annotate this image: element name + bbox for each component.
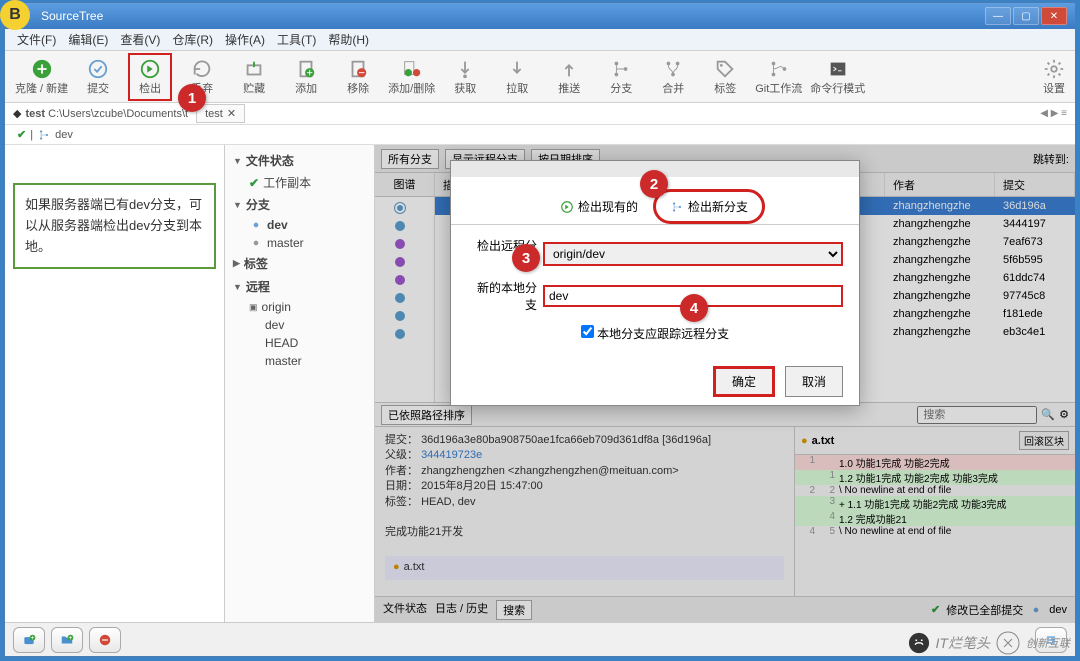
current-branch: dev: [55, 129, 73, 141]
remote-dev[interactable]: dev: [225, 316, 374, 334]
section-branches[interactable]: ▼分支: [225, 193, 374, 216]
pull-button[interactable]: 拉取: [495, 53, 539, 101]
callout-2: 2: [640, 170, 668, 198]
remove-button-bottom[interactable]: [89, 627, 121, 653]
callout-1: 1: [178, 84, 206, 112]
gitflow-button[interactable]: Git工作流: [755, 53, 802, 101]
menubar: 文件(F) 编辑(E) 查看(V) 仓库(R) 操作(A) 工具(T) 帮助(H…: [5, 29, 1075, 51]
detail-sort[interactable]: 已依照路径排序: [381, 405, 472, 425]
stash-button[interactable]: 贮藏: [232, 53, 276, 101]
tab-search[interactable]: 搜索: [496, 600, 532, 620]
graph-dots: [395, 203, 405, 347]
track-checkbox-label[interactable]: 本地分支应跟踪远程分支: [581, 327, 729, 341]
repo-path: C:\Users\zcube\Documents\t: [48, 108, 188, 120]
changed-file[interactable]: ●a.txt: [385, 556, 784, 579]
detail-panel: 已依照路径排序 🔍 ⚙ 提交： 36d196a3e80ba908750ae1fc…: [375, 402, 1075, 622]
search-input[interactable]: [917, 406, 1037, 424]
tag-button[interactable]: 标签: [703, 53, 747, 101]
callout-4: 4: [680, 294, 708, 322]
cancel-button[interactable]: 取消: [785, 366, 843, 397]
commit-button[interactable]: 提交: [76, 53, 120, 101]
titlebar: SourceTree — ▢ ✕: [5, 3, 1075, 29]
annotation-note: 如果服务器端已有dev分支，可以从服务器端检出dev分支到本地。: [13, 183, 216, 269]
checkout-button[interactable]: 检出: [128, 53, 172, 101]
maximize-button[interactable]: ▢: [1013, 7, 1039, 25]
pathbar: ◆ test C:\Users\zcube\Documents\t test✕ …: [5, 103, 1075, 125]
section-remotes[interactable]: ▼远程: [225, 275, 374, 298]
merge-button[interactable]: 合并: [651, 53, 695, 101]
menu-tool[interactable]: 工具(T): [271, 31, 322, 48]
item-workcopy[interactable]: ✔工作副本: [225, 172, 374, 193]
menu-action[interactable]: 操作(A): [219, 31, 271, 48]
branch-icon: [37, 128, 51, 142]
col-commit: 提交: [995, 173, 1075, 196]
menu-edit[interactable]: 编辑(E): [62, 31, 114, 48]
tab-close-icon[interactable]: ✕: [227, 107, 236, 120]
settings-button[interactable]: 设置: [1043, 58, 1065, 96]
tree-panel: ▼文件状态 ✔工作副本 ▼分支 dev master ▶标签 ▼远程 ▣orig…: [225, 145, 375, 622]
sidebar: 如果服务器端已有dev分支，可以从服务器端检出dev分支到本地。: [5, 145, 225, 622]
branchbar: ✔ | dev: [5, 125, 1075, 145]
dialog-tab-new[interactable]: 检出新分支: [653, 189, 765, 224]
dialog-tab-existing[interactable]: 检出现有的: [545, 189, 653, 224]
search-icon[interactable]: 🔍: [1041, 408, 1055, 421]
add-button[interactable]: 添加: [284, 53, 328, 101]
menu-view[interactable]: 查看(V): [114, 31, 166, 48]
status-text: 修改已全部提交: [946, 602, 1023, 618]
terminal-button[interactable]: 命令行模式: [810, 53, 865, 101]
nav-icons[interactable]: ◀ ▶ ≡: [1040, 108, 1067, 119]
menu-file[interactable]: 文件(F): [11, 31, 62, 48]
tab-filestate[interactable]: 文件状态: [383, 600, 427, 620]
clone-button[interactable]: 克隆 / 新建: [15, 53, 68, 101]
repo-diamond-icon: ◆: [13, 107, 21, 120]
branch-dev[interactable]: dev: [225, 216, 374, 234]
tab-log[interactable]: 日志 / 历史: [435, 600, 488, 620]
push-button[interactable]: 推送: [547, 53, 591, 101]
branch-button[interactable]: 分支: [599, 53, 643, 101]
callout-3: 3: [512, 244, 540, 272]
remove-button[interactable]: 移除: [336, 53, 380, 101]
local-branch-label: 新的本地分支: [467, 279, 537, 313]
section-filestate[interactable]: ▼文件状态: [225, 149, 374, 172]
remote-head[interactable]: HEAD: [225, 334, 374, 352]
diff-filename: a.txt: [812, 435, 835, 447]
check-icon: ✔: [17, 128, 26, 141]
col-author: 作者: [885, 173, 995, 196]
menu-repo[interactable]: 仓库(R): [166, 31, 219, 48]
menu-help[interactable]: 帮助(H): [322, 31, 375, 48]
filter-branches[interactable]: 所有分支: [381, 149, 439, 169]
repo-name: test: [25, 108, 45, 120]
col-graph: 图谱: [375, 173, 434, 197]
commit-detail: 提交： 36d196a3e80ba908750ae1fca66eb709d361…: [375, 427, 795, 596]
minimize-button[interactable]: —: [985, 7, 1011, 25]
gear-icon[interactable]: ⚙: [1059, 408, 1069, 421]
scroll-block-button[interactable]: 回滚区块: [1019, 431, 1069, 450]
fetch-button[interactable]: 获取: [443, 53, 487, 101]
repo-tab[interactable]: test✕: [196, 104, 245, 123]
remote-master[interactable]: master: [225, 352, 374, 370]
diff-view: 11.0 功能1完成 功能2完成11.2 功能1完成 功能2完成 功能3完成22…: [795, 455, 1075, 537]
window-title: SourceTree: [13, 9, 985, 23]
track-checkbox[interactable]: [581, 325, 594, 338]
callout-b: B: [0, 0, 30, 30]
remote-branch-select[interactable]: origin/dev: [543, 242, 843, 266]
addremove-button[interactable]: 添加/删除: [388, 53, 435, 101]
close-button[interactable]: ✕: [1041, 7, 1067, 25]
branch-master[interactable]: master: [225, 234, 374, 252]
toolbar: 克隆 / 新建 提交 检出 丢弃 贮藏 添加 移除 添加/删除 获取 拉取 推送…: [5, 51, 1075, 103]
add-folder-button[interactable]: [51, 627, 83, 653]
ok-button[interactable]: 确定: [713, 366, 775, 397]
watermark: IT烂笔头 创新互联: [908, 631, 1070, 655]
section-tags[interactable]: ▶标签: [225, 252, 374, 275]
remote-origin[interactable]: ▣origin: [225, 298, 374, 316]
add-repo-button[interactable]: [13, 627, 45, 653]
jump-label: 跳转到:: [1033, 151, 1069, 167]
